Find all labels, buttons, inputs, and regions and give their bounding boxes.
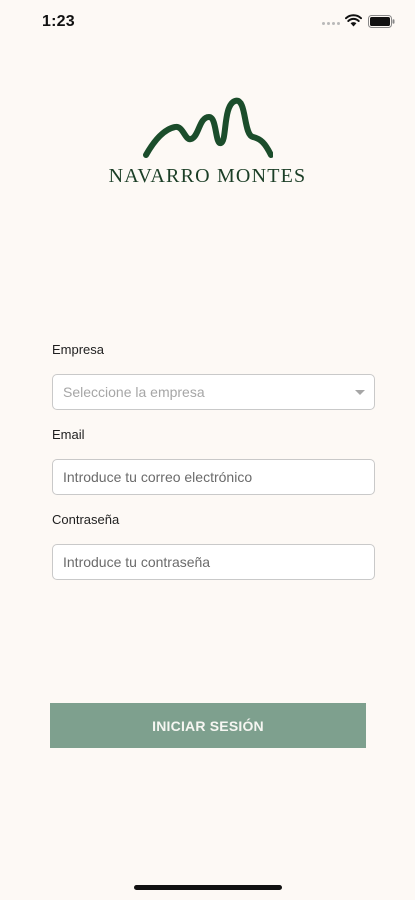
email-label: Email [52,427,85,442]
chevron-down-icon [355,390,365,395]
home-indicator [134,885,282,890]
email-field[interactable]: Introduce tu correo electrónico [52,459,375,495]
wifi-icon [345,14,362,27]
brand-logo: NAVARRO MONTES [0,95,415,188]
status-bar: 1:23 [0,0,415,44]
signal-dots-icon [322,22,340,25]
company-select-placeholder: Seleccione la empresa [63,384,205,400]
password-placeholder: Introduce tu contraseña [63,554,211,570]
brand-name: NAVARRO MONTES [108,165,307,187]
mountain-logo-icon [142,97,273,158]
password-label: Contraseña [52,512,120,527]
login-button[interactable]: INICIAR SESIÓN [50,703,366,748]
company-label: Empresa [52,342,105,357]
status-time: 1:23 [42,13,75,30]
password-field[interactable]: Introduce tu contraseña [52,544,375,580]
login-form: Empresa Seleccione la empresa Email Intr… [52,342,375,580]
company-select[interactable]: Seleccione la empresa [52,374,375,410]
email-placeholder: Introduce tu correo electrónico [63,469,253,485]
battery-icon [368,15,395,28]
